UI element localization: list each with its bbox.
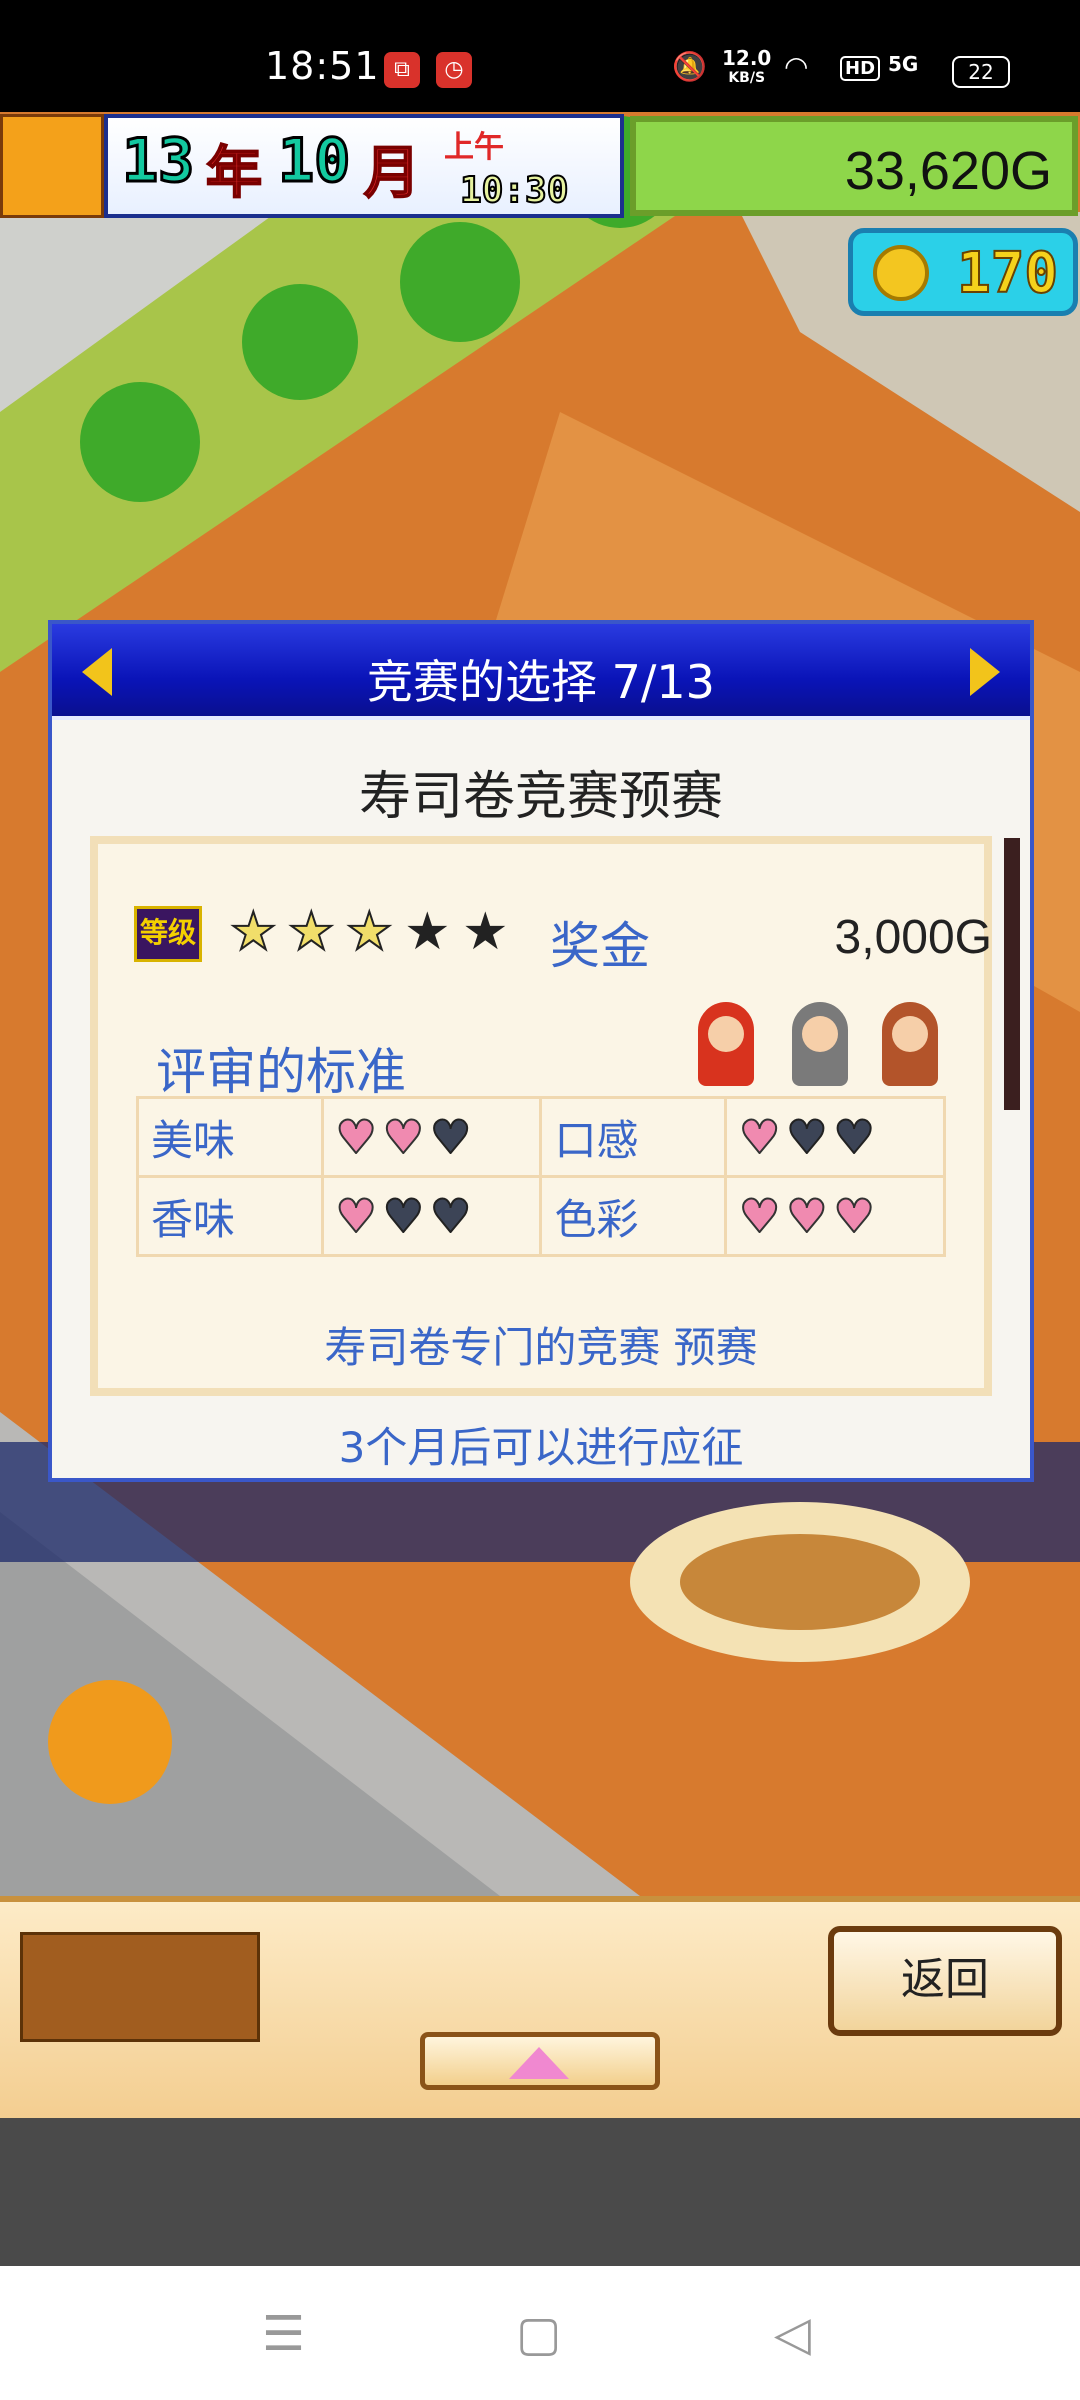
criteria-label: 口感 (539, 1096, 727, 1178)
status-bar: 18:51 ⧉ ◷ 🔕 12.0 KB/S ◠ HD 5G 22 (0, 0, 1080, 112)
rank-star-icon: ★ (287, 902, 336, 962)
signal-5g-icon: 5G (888, 52, 919, 76)
info-box (20, 1932, 260, 2042)
coin-counter[interactable]: 170 (848, 228, 1078, 316)
heart-icon: ♥ (382, 1109, 425, 1165)
coin-value: 170 (956, 240, 1059, 307)
criteria-table: 美味 ♥ ♥ ♥ 口感 ♥ ♥ ♥ 香味 ♥ ♥ ♥ 色彩 ♥ ♥ ♥ (136, 1096, 946, 1257)
rank-badge: 等级 (134, 906, 202, 962)
money-display: 33,620G (630, 116, 1078, 216)
heart-icon: ♥ (832, 1188, 875, 1244)
criteria-hearts: ♥ ♥ ♥ (320, 1175, 543, 1257)
judge-avatar-1 (698, 1002, 754, 1086)
rank-star-icon: ★ (462, 902, 509, 962)
date-year: 13 (120, 125, 195, 198)
judge-avatar-3 (882, 1002, 938, 1086)
prize-value: 3,000G (834, 911, 992, 964)
judge-avatar-2 (792, 1002, 848, 1086)
contest-name: 寿司卷竞赛预赛 (358, 767, 723, 827)
heart-icon: ♥ (335, 1109, 378, 1165)
coin-icon (873, 245, 929, 301)
heart-icon: ♥ (785, 1188, 828, 1244)
home-nav-icon[interactable]: ▢ (516, 2306, 561, 2362)
back-nav-icon[interactable]: ◁ (774, 2306, 811, 2362)
heart-icon: ♥ (429, 1109, 472, 1165)
criteria-hearts: ♥ ♥ ♥ (724, 1096, 946, 1178)
rank-star-icon: ★ (404, 902, 451, 962)
dialog-title: 竞赛的选择 7/13 (367, 655, 715, 709)
dialog-header: 竞赛的选择 7/13 (52, 624, 1030, 720)
date-time-display: 13 年 10 月 上午 10:30 (104, 114, 624, 218)
date-month-char: 月 (363, 140, 421, 207)
scrollbar-thumb[interactable] (1004, 838, 1020, 1110)
heart-icon: ♥ (785, 1109, 828, 1165)
heart-icon: ♥ (429, 1188, 472, 1244)
criteria-title: 评审的标准 (156, 1043, 406, 1101)
heart-icon: ♥ (335, 1188, 378, 1244)
date-ampm: 上午 (444, 130, 504, 165)
battery-icon: 22 (952, 56, 1010, 88)
rank-star-icon: ★ (345, 902, 394, 962)
next-contest-arrow-icon[interactable] (970, 648, 1000, 696)
app-notification-icon: ⧉ (384, 52, 420, 88)
net-speed-value: 12.0 (722, 46, 772, 70)
criteria-label: 色彩 (539, 1175, 727, 1257)
menu-nav-icon[interactable]: ☰ (262, 2306, 305, 2362)
letterbox-bar (0, 2118, 1080, 2266)
application-note: 3个月后可以进行应征 (338, 1423, 744, 1472)
clock-time: 10:30 (459, 169, 569, 212)
bottom-command-bar: 返回 (0, 1896, 1080, 2124)
criteria-hearts: ♥ ♥ ♥ (320, 1096, 543, 1178)
mute-bell-icon: 🔕 (672, 50, 707, 83)
system-nav-bar: ☰ ▢ ◁ (0, 2266, 1080, 2400)
heart-icon: ♥ (738, 1109, 781, 1165)
expand-menu-button[interactable] (420, 2032, 660, 2090)
criteria-hearts: ♥ ♥ ♥ (724, 1175, 946, 1257)
heart-icon: ♥ (832, 1109, 875, 1165)
season-autumn-icon (0, 114, 104, 218)
back-button[interactable]: 返回 (828, 1926, 1062, 2036)
net-speed-unit: KB/S (728, 70, 766, 86)
prize-label: 奖金 (550, 917, 650, 975)
contest-description: 寿司卷专门的竞赛 预赛 (324, 1323, 758, 1372)
contest-select-dialog: 竞赛的选择 7/13 寿司卷竞赛预赛 等级 ★ ★ ★ ★ ★ 奖金 3,000G 评审… (48, 620, 1034, 1482)
date-year-char: 年 (205, 140, 263, 207)
wifi-icon: ◠ (784, 50, 809, 83)
hd-badge: HD (840, 56, 881, 81)
criteria-label: 美味 (136, 1096, 324, 1178)
network-speed: 12.0 KB/S (722, 48, 771, 88)
heart-icon: ♥ (382, 1188, 425, 1244)
criteria-label: 香味 (136, 1175, 324, 1257)
up-arrow-icon (509, 2047, 569, 2079)
status-time: 18:51 (265, 44, 380, 88)
rank-star-icon: ★ (229, 902, 278, 962)
money-value: 33,620G (844, 141, 1052, 201)
heart-icon: ♥ (738, 1188, 781, 1244)
date-month: 10 (276, 125, 351, 198)
timer-notification-icon: ◷ (436, 52, 472, 88)
